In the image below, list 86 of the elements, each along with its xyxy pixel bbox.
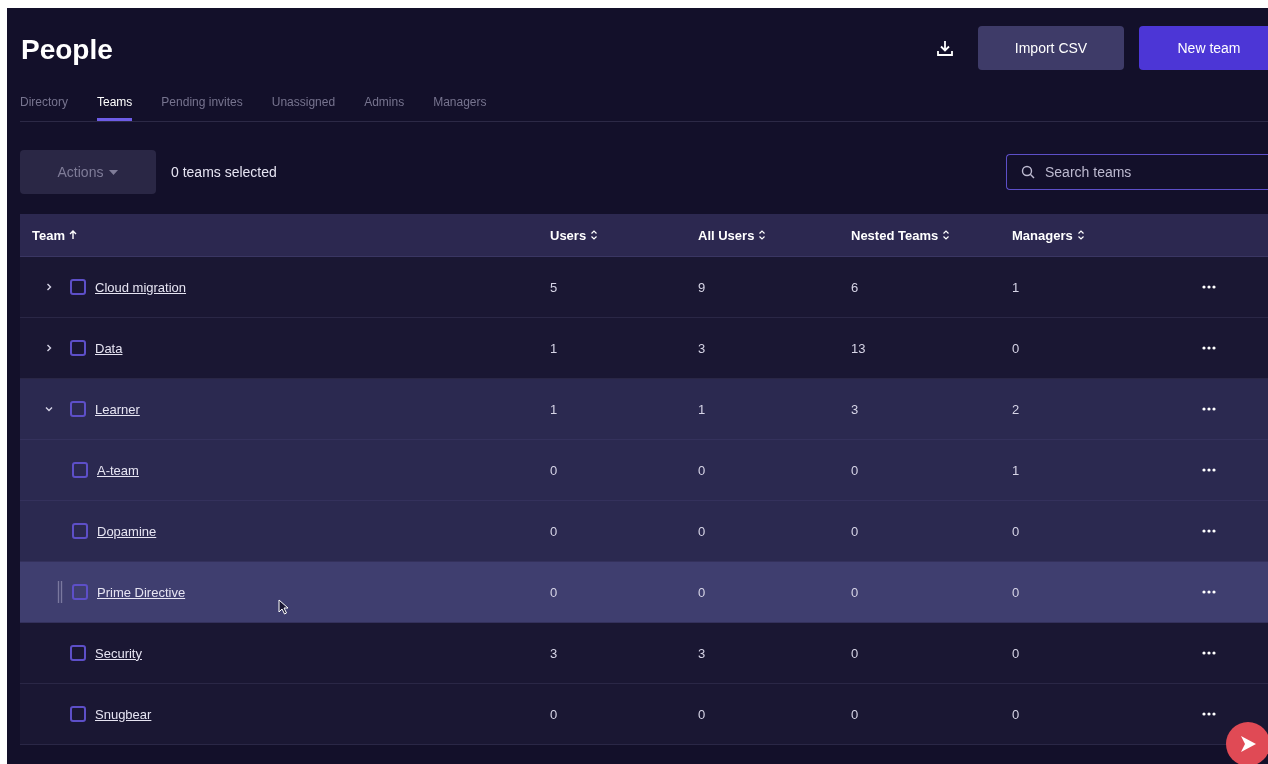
more-options-icon[interactable] [1200,649,1218,657]
drag-handle-icon[interactable] [57,581,63,603]
table-cell: 0 [698,584,706,600]
team-link[interactable]: Security [95,645,142,661]
play-icon[interactable] [1226,722,1268,764]
tab[interactable]: Managers [433,90,487,121]
table-cell: 0 [550,462,558,478]
table-cell: 0 [698,462,706,478]
table-row[interactable]: Cloud migration 5 9 6 1 [20,257,1268,318]
table-cell: 0 [851,645,859,661]
table-cell: 0 [851,706,859,722]
new-team-button[interactable]: New team [1139,26,1268,70]
more-options-icon[interactable] [1200,283,1218,291]
column-header[interactable]: Team [32,227,77,243]
table-cell: 0 [1012,645,1020,661]
table-cell: 0 [1012,340,1020,356]
more-options-icon[interactable] [1200,466,1218,474]
tab[interactable]: Directory [20,90,68,121]
checkbox[interactable] [72,523,88,539]
table-row[interactable]: Security 3 3 0 0 [20,623,1268,684]
tab[interactable]: Pending invites [161,90,243,121]
table-cell: 0 [1012,584,1020,600]
team-link[interactable]: Cloud migration [95,279,187,295]
selection-count: 0 teams selected [171,164,278,180]
table-cell: 0 [1012,706,1020,722]
checkbox[interactable] [70,340,86,356]
table-row[interactable]: Learner 1 1 3 2 [20,379,1268,440]
table-cell: 3 [698,645,706,661]
more-options-icon[interactable] [1200,405,1218,413]
team-link[interactable]: A-team [97,462,139,478]
team-link[interactable]: Data [95,340,123,356]
column-header[interactable]: All Users [698,227,767,243]
team-link[interactable]: Snugbear [95,706,152,722]
search-field[interactable]: Search teams [1006,154,1268,190]
table-cell: 1 [1012,279,1020,295]
column-header[interactable]: Users [550,227,599,243]
table-cell: 2 [1012,401,1020,417]
table-cell: 9 [698,279,706,295]
table-cell: 13 [851,340,866,356]
checkbox[interactable] [72,584,88,600]
table-cell: 0 [550,706,558,722]
column-header[interactable]: Nested Teams [851,227,951,243]
table-cell: 0 [698,706,706,722]
checkbox[interactable] [70,401,86,417]
table-row[interactable]: Snugbear 0 0 0 0 [20,684,1268,745]
table-cell: 3 [698,340,706,356]
table-row[interactable]: Dopamine 0 0 0 0 [20,501,1268,562]
page-title: People [21,33,114,66]
table-cell: 3 [550,645,558,661]
team-link[interactable]: Learner [95,401,140,417]
table-cell: 0 [1012,523,1020,539]
table-cell: 6 [851,279,859,295]
more-options-icon[interactable] [1200,710,1218,718]
search-icon [1021,165,1035,179]
mouse-cursor-icon [278,599,290,615]
more-options-icon[interactable] [1200,344,1218,352]
team-link[interactable]: Dopamine [97,523,157,539]
caret-icon [109,169,119,175]
table-cell: 5 [550,279,558,295]
table-cell: 0 [851,523,859,539]
table-cell: 1 [550,401,558,417]
import-csv-button[interactable]: Import CSV [978,26,1124,70]
table-cell: 1 [550,340,558,356]
more-options-icon[interactable] [1200,588,1218,596]
checkbox[interactable] [70,279,86,295]
table-cell: 0 [550,584,558,600]
table-row[interactable]: A-team 0 0 0 1 [20,440,1268,501]
table-cell: 0 [550,523,558,539]
tab[interactable]: Unassigned [271,90,336,121]
tab[interactable]: Admins [364,90,405,121]
table-cell: 0 [851,584,859,600]
table-cell: 3 [851,401,859,417]
table-cell: 0 [698,523,706,539]
actions-dropdown[interactable]: Actions [20,150,156,194]
team-link[interactable]: Prime Directive [97,584,186,600]
table-cell: 1 [698,401,706,417]
table-cell: 0 [851,462,859,478]
checkbox[interactable] [70,706,86,722]
more-options-icon[interactable] [1200,527,1218,535]
tab[interactable]: Teams [97,90,133,121]
checkbox[interactable] [72,462,88,478]
table-row[interactable]: Data 1 3 13 0 [20,318,1268,379]
table-row[interactable]: Prime Directive 0 0 0 0 [20,562,1268,623]
column-header[interactable]: Managers [1012,227,1085,243]
checkbox[interactable] [70,645,86,661]
table-cell: 1 [1012,462,1020,478]
